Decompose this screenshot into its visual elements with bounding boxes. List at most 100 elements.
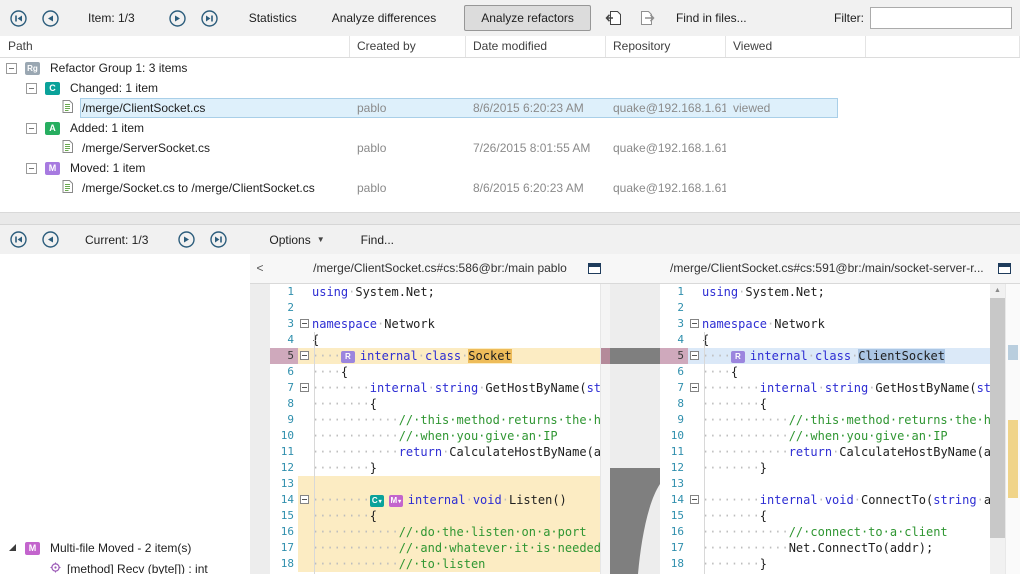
code-line[interactable]: 12········} bbox=[660, 460, 990, 476]
first-diff-button[interactable] bbox=[10, 231, 27, 248]
column-header-path[interactable]: Path bbox=[0, 36, 350, 57]
last-diff-button[interactable] bbox=[210, 231, 227, 248]
table-row[interactable]: /merge/ClientSocket.cspablo8/6/2015 6:20… bbox=[0, 98, 1020, 118]
column-header-viewed[interactable]: Viewed bbox=[726, 36, 866, 57]
maximize-left-pane-icon[interactable] bbox=[588, 263, 601, 274]
options-button[interactable]: Options bbox=[269, 233, 310, 247]
code-line[interactable]: 11············return·CalculateHostByName… bbox=[660, 444, 990, 460]
column-header-date-modified[interactable]: Date modified bbox=[466, 36, 606, 57]
fold-toggle-icon[interactable] bbox=[690, 319, 699, 328]
code-line[interactable]: 15········{ bbox=[270, 508, 600, 524]
code-change-badge[interactable]: R bbox=[341, 351, 355, 363]
code-change-badge[interactable]: M▾ bbox=[389, 495, 403, 507]
code-line[interactable]: 7········internal·string·GetHostByName(s… bbox=[660, 380, 990, 396]
table-row[interactable]: /merge/ServerSocket.cspablo7/26/2015 8:0… bbox=[0, 138, 1020, 158]
code-line[interactable]: 16············//·connect·to·a·client bbox=[660, 524, 990, 540]
scrollbar-thumb[interactable] bbox=[990, 298, 1005, 538]
code-line[interactable]: 9············//·this·method·returns·the·… bbox=[660, 412, 990, 428]
statistics-button[interactable]: Statistics bbox=[249, 11, 297, 25]
code-line[interactable]: 4{ bbox=[660, 332, 990, 348]
tree-collapse-toggle[interactable] bbox=[26, 123, 37, 134]
analyze-differences-button[interactable]: Analyze differences bbox=[332, 11, 437, 25]
code-line[interactable]: 14········C▾M▾internal·void·Listen() bbox=[270, 492, 600, 508]
code-text: ········{ bbox=[702, 396, 990, 412]
table-row[interactable]: MMoved: 1 item bbox=[0, 158, 1020, 178]
tree-collapse-toggle[interactable] bbox=[26, 83, 37, 94]
code-line[interactable]: 16············//·do·the·listen·on·a·port bbox=[270, 524, 600, 540]
table-row[interactable]: RgRefactor Group 1: 3 items bbox=[0, 58, 1020, 78]
table-row[interactable]: AAdded: 1 item bbox=[0, 118, 1020, 138]
previous-diff-button[interactable] bbox=[42, 231, 59, 248]
code-line[interactable]: 10············//·when·you·give·an·IP bbox=[660, 428, 990, 444]
code-line[interactable]: 14········internal·void·ConnectTo(string… bbox=[660, 492, 990, 508]
code-line[interactable]: 6····{ bbox=[270, 364, 600, 380]
outline-member[interactable]: [method] Recv (byte[]) : int bbox=[0, 559, 250, 574]
left-scrollbar[interactable] bbox=[600, 284, 610, 574]
maximize-right-pane-icon[interactable] bbox=[998, 263, 1011, 274]
right-scrollbar[interactable]: ▲ bbox=[990, 284, 1005, 574]
fold-column bbox=[688, 412, 702, 428]
code-line[interactable]: 5····Rinternal·class·ClientSocket bbox=[660, 348, 990, 364]
method-icon bbox=[50, 559, 61, 574]
table-row[interactable]: CChanged: 1 item bbox=[0, 78, 1020, 98]
code-line[interactable]: 17············Net.ConnectTo(addr); bbox=[660, 540, 990, 556]
date-modified-cell: 7/26/2015 8:01:55 AM bbox=[466, 138, 606, 158]
find-button[interactable]: Find... bbox=[361, 233, 394, 247]
code-line[interactable]: 7········internal·string·GetHostByName(s… bbox=[270, 380, 600, 396]
analyze-refactors-button[interactable]: Analyze refactors bbox=[464, 5, 591, 31]
column-header-created-by[interactable]: Created by bbox=[350, 36, 466, 57]
filter-input[interactable] bbox=[870, 7, 1012, 29]
file-back-icon[interactable] bbox=[605, 10, 623, 26]
code-line[interactable]: 8········{ bbox=[660, 396, 990, 412]
line-number: 18 bbox=[270, 556, 298, 572]
code-line[interactable]: 8········{ bbox=[270, 396, 600, 412]
code-line[interactable]: 1using·System.Net; bbox=[660, 284, 990, 300]
code-line[interactable]: 13 bbox=[660, 476, 990, 492]
code-line[interactable]: 13 bbox=[270, 476, 600, 492]
previous-item-button[interactable] bbox=[42, 10, 59, 27]
code-line[interactable]: 9············//·this·method·returns·the·… bbox=[270, 412, 600, 428]
next-diff-button[interactable] bbox=[178, 231, 195, 248]
code-change-badge[interactable]: C▾ bbox=[370, 495, 384, 507]
tree-collapse-toggle[interactable] bbox=[26, 163, 37, 174]
code-line[interactable]: 15········{ bbox=[660, 508, 990, 524]
tree-collapse-toggle[interactable] bbox=[6, 63, 17, 74]
code-line[interactable]: 1using·System.Net; bbox=[270, 284, 600, 300]
outline-group[interactable]: MMulti-file Moved - 2 item(s) bbox=[0, 538, 250, 559]
refactor-tree: RgRefactor Group 1: 3 itemsCChanged: 1 i… bbox=[0, 58, 1020, 213]
right-code-pane[interactable]: 1using·System.Net;23namespace·Network4{5… bbox=[660, 284, 990, 574]
code-line[interactable]: 10············//·when·you·give·an·IP bbox=[270, 428, 600, 444]
fold-toggle-icon[interactable] bbox=[300, 319, 309, 328]
fold-toggle-icon[interactable] bbox=[300, 351, 309, 360]
expanded-triangle-icon[interactable] bbox=[8, 538, 17, 559]
code-line[interactable]: 3namespace·Network bbox=[270, 316, 600, 332]
fold-toggle-icon[interactable] bbox=[690, 351, 699, 360]
code-line[interactable]: 18········} bbox=[660, 556, 990, 572]
code-line[interactable]: 4{ bbox=[270, 332, 600, 348]
code-line[interactable]: 18············//·to·listen bbox=[270, 556, 600, 572]
code-line[interactable]: 2 bbox=[270, 300, 600, 316]
code-line[interactable]: 12········} bbox=[270, 460, 600, 476]
code-line[interactable]: 3namespace·Network bbox=[660, 316, 990, 332]
first-item-button[interactable] bbox=[10, 10, 27, 27]
fold-toggle-icon[interactable] bbox=[690, 495, 699, 504]
scroll-up-arrow-icon[interactable]: ▲ bbox=[990, 284, 1005, 298]
find-in-files-button[interactable]: Find in files... bbox=[676, 11, 747, 25]
code-change-badge[interactable]: R bbox=[731, 351, 745, 363]
fold-toggle-icon[interactable] bbox=[690, 383, 699, 392]
last-item-button[interactable] bbox=[201, 10, 218, 27]
code-line[interactable]: 6····{ bbox=[660, 364, 990, 380]
code-text bbox=[312, 476, 600, 492]
fold-toggle-icon[interactable] bbox=[300, 383, 309, 392]
fold-toggle-icon[interactable] bbox=[300, 495, 309, 504]
code-line[interactable]: 2 bbox=[660, 300, 990, 316]
collapse-outline-button[interactable]: < bbox=[250, 254, 270, 284]
code-line[interactable]: 17············//·and·whatever·it·is·need… bbox=[270, 540, 600, 556]
code-line[interactable]: 11············return·CalculateHostByName… bbox=[270, 444, 600, 460]
next-item-button[interactable] bbox=[169, 10, 186, 27]
file-forward-icon[interactable] bbox=[639, 10, 657, 26]
left-code-pane[interactable]: 1using·System.Net;23namespace·Network4{5… bbox=[270, 284, 600, 574]
table-row[interactable]: /merge/Socket.cs to /merge/ClientSocket.… bbox=[0, 178, 1020, 198]
column-header-repository[interactable]: Repository bbox=[606, 36, 726, 57]
code-line[interactable]: 5····Rinternal·class·Socket bbox=[270, 348, 600, 364]
